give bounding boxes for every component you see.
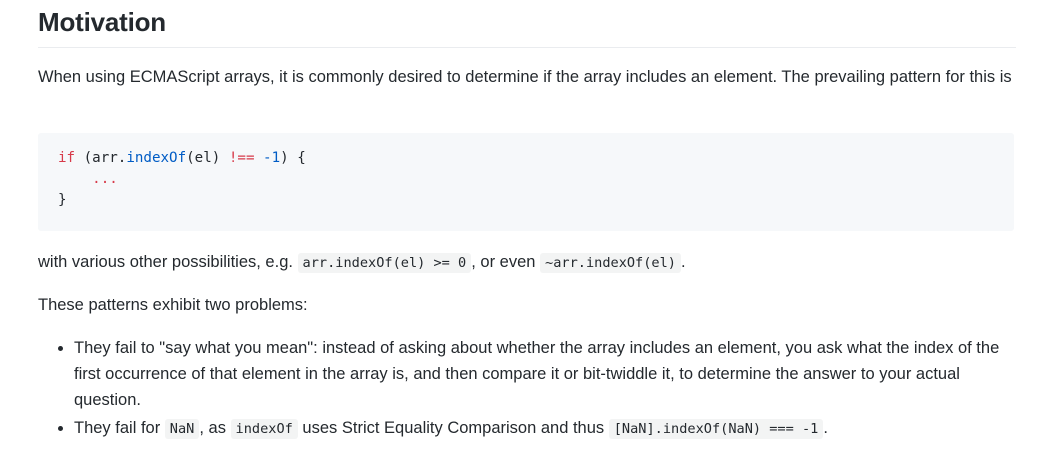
code-text: ) { [280,150,306,166]
text-span: , or even [471,253,541,271]
text-span: uses Strict Equality Comparison and thus [297,419,609,437]
text-span: . [680,253,686,271]
code-operator: !== [228,150,255,166]
list-item: They fail to "say what you mean": instea… [74,335,1018,413]
code-ellipsis: ... [92,171,118,187]
inline-code: [NaN].indexOf(NaN) === -1 [608,419,824,439]
problems-intro: These patterns exhibit two problems: [38,296,308,314]
text-span: with various other possibilities, e.g. [38,253,298,271]
code-line-3: } [58,192,67,208]
code-block: if (arr.indexOf(el) !== -1) { ...} [38,133,1014,231]
code-text: (el) [186,150,229,166]
section-heading: Motivation [38,6,1016,48]
code-line-1: if (arr.indexOf(el) !== -1) { [58,148,994,169]
code-keyword: if [58,150,76,166]
problems-list: They fail to "say what you mean": instea… [38,335,1018,444]
code-number: -1 [263,150,281,166]
text-span: . [823,419,828,437]
code-line-2: ... [58,169,994,190]
alternatives-paragraph: with various other possibilities, e.g. a… [38,249,1013,276]
code-text: (arr. [75,150,127,166]
intro-paragraph: When using ECMAScript arrays, it is comm… [38,68,1012,86]
inline-code: ~arr.indexOf(el) [540,253,681,273]
code-function: indexOf [126,150,187,166]
inline-code: arr.indexOf(el) >= 0 [297,253,472,273]
inline-code: NaN [164,419,200,439]
inline-code: indexOf [230,419,298,439]
text-span: , as [199,419,231,437]
list-item: They fail for NaN, as indexOf uses Stric… [74,415,1018,442]
text-span: They fail for [74,419,165,437]
